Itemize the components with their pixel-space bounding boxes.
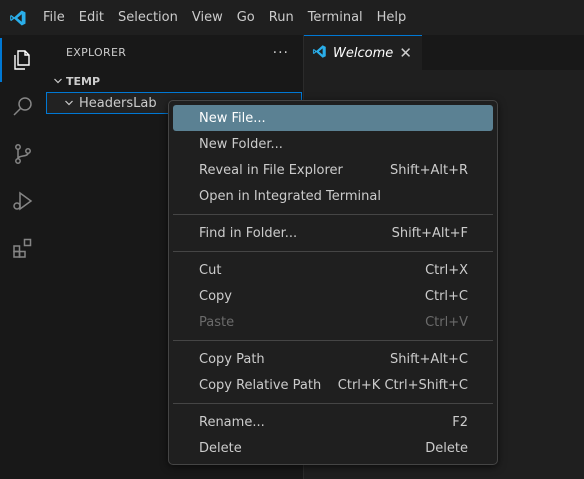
menu-item-shortcut: Ctrl+K Ctrl+Shift+C <box>337 377 468 393</box>
menu-separator <box>173 340 493 341</box>
menu-item-label: Delete <box>199 440 242 456</box>
menu-item-shortcut: Ctrl+X <box>425 262 468 278</box>
chevron-down-icon <box>61 95 77 111</box>
run-debug-icon[interactable] <box>0 179 46 223</box>
menu-item-label: Rename... <box>199 414 265 430</box>
menu-item-label: Find in Folder... <box>199 225 298 241</box>
close-icon[interactable]: ✕ <box>399 44 412 62</box>
menu-separator <box>173 251 493 252</box>
extensions-icon[interactable] <box>0 226 46 270</box>
menu-go[interactable]: Go <box>230 0 262 35</box>
menu-item-copy-relative-path[interactable]: Copy Relative Path Ctrl+K Ctrl+Shift+C <box>173 372 493 398</box>
menu-item-find-in-folder[interactable]: Find in Folder... Shift+Alt+F <box>173 220 493 246</box>
menu-item-shortcut: Shift+Alt+F <box>391 225 468 241</box>
menu-item-new-file[interactable]: New File... <box>173 105 493 131</box>
menu-item-label: Paste <box>199 314 235 330</box>
menu-item-shortcut: Delete <box>425 440 468 456</box>
menu-run[interactable]: Run <box>262 0 301 35</box>
vscode-logo-icon <box>312 44 327 63</box>
menu-item-label: Cut <box>199 262 222 278</box>
workspace-section-header[interactable]: TEMP <box>46 70 303 92</box>
vscode-logo-icon <box>0 0 36 35</box>
menu-item-copy-path[interactable]: Copy Path Shift+Alt+C <box>173 346 493 372</box>
menu-item-open-in-integrated-terminal[interactable]: Open in Integrated Terminal <box>173 183 493 209</box>
menu-item-label: New Folder... <box>199 136 283 152</box>
menu-item-shortcut: Ctrl+V <box>425 314 468 330</box>
menu-item-rename[interactable]: Rename... F2 <box>173 409 493 435</box>
menu-separator <box>173 403 493 404</box>
chevron-down-icon <box>50 73 66 89</box>
title-bar: File Edit Selection View Go Run Terminal… <box>0 0 584 35</box>
menu-file[interactable]: File <box>36 0 72 35</box>
tab-welcome[interactable]: Welcome ✕ <box>304 35 422 70</box>
menu-item-label: Open in Integrated Terminal <box>199 188 381 204</box>
menu-item-shortcut: Ctrl+C <box>424 288 468 304</box>
menu-item-cut[interactable]: Cut Ctrl+X <box>173 257 493 283</box>
workspace-name: TEMP <box>66 74 101 88</box>
folder-label: HeadersLab <box>79 95 157 111</box>
menu-item-shortcut: Shift+Alt+C <box>389 351 468 367</box>
menu-item-label: New File... <box>199 110 266 126</box>
search-icon[interactable] <box>0 85 46 129</box>
sidebar-title: EXPLORER <box>66 46 127 59</box>
menu-separator <box>173 214 493 215</box>
menu-item-label: Copy Path <box>199 351 265 367</box>
menu-selection[interactable]: Selection <box>111 0 185 35</box>
menu-item-shortcut: F2 <box>452 414 468 430</box>
menu-item-copy[interactable]: Copy Ctrl+C <box>173 283 493 309</box>
menu-item-label: Copy <box>199 288 232 304</box>
menu-view[interactable]: View <box>185 0 230 35</box>
explorer-icon[interactable] <box>0 38 46 82</box>
menu-item-label: Reveal in File Explorer <box>199 162 343 178</box>
more-actions-icon[interactable]: ··· <box>273 45 289 61</box>
menu-item-label: Copy Relative Path <box>199 377 322 393</box>
menu-bar: File Edit Selection View Go Run Terminal… <box>36 0 413 35</box>
source-control-icon[interactable] <box>0 132 46 176</box>
tab-bar: Welcome ✕ <box>304 35 584 70</box>
menu-item-paste: Paste Ctrl+V <box>173 309 493 335</box>
menu-help[interactable]: Help <box>370 0 414 35</box>
menu-item-delete[interactable]: Delete Delete <box>173 435 493 461</box>
menu-item-new-folder[interactable]: New Folder... <box>173 131 493 157</box>
menu-edit[interactable]: Edit <box>72 0 111 35</box>
menu-item-reveal-in-file-explorer[interactable]: Reveal in File Explorer Shift+Alt+R <box>173 157 493 183</box>
activity-bar <box>0 35 46 479</box>
sidebar-header: EXPLORER ··· <box>46 35 303 70</box>
context-menu: New File... New Folder... Reveal in File… <box>168 100 498 465</box>
menu-item-shortcut: Shift+Alt+R <box>390 162 468 178</box>
tab-label: Welcome <box>333 45 394 61</box>
menu-terminal[interactable]: Terminal <box>301 0 370 35</box>
